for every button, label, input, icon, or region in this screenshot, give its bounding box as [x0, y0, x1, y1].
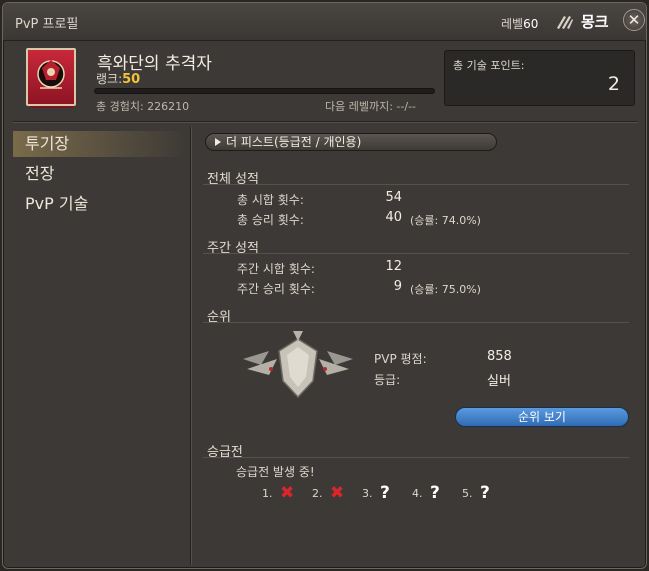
nav-item-pvp-skills[interactable]: PvP 기술 [13, 191, 189, 217]
tech-points-value: 2 [607, 73, 620, 95]
section-divider [203, 184, 629, 185]
promotion-status: 승급전 발생 중! [236, 465, 315, 479]
expand-arrow-icon [215, 138, 221, 146]
promotion-slot-number: 2. [312, 487, 323, 500]
weekly-matches-label: 주간 시합 횟수: [237, 262, 315, 276]
level-value: 60 [523, 17, 539, 31]
overall-matches-value: 54 [385, 190, 402, 205]
experience-bar [94, 88, 435, 94]
overall-matches-label: 총 시합 횟수: [237, 193, 304, 207]
unknown-mark-icon: ? [380, 483, 390, 503]
header-divider [13, 121, 638, 123]
nav-item-arena[interactable]: 투기장 [13, 131, 189, 157]
vertical-divider [190, 127, 192, 565]
rank-display: 랭크:50 [96, 70, 140, 87]
level-display: 레벨60 [501, 15, 538, 32]
next-level-experience: 다음 레벨까지: --/-- [325, 100, 417, 113]
section-divider [203, 322, 629, 323]
weekly-wins-value: 9 [393, 279, 402, 294]
profile-header: 흑와단의 추격자 랭크:50 총 경험치: 226210 다음 레벨까지: --… [3, 42, 646, 120]
window-title: PvP 프로필 [15, 17, 79, 32]
fail-mark-icon: ✖ [330, 483, 345, 503]
monk-claws-icon [557, 16, 573, 29]
tier-label: 등급: [374, 373, 401, 387]
title-bar[interactable]: PvP 프로필 레벨60 몽크 ✕ [3, 3, 646, 41]
grand-company-emblem-icon [26, 48, 76, 106]
overall-wins-value: 40 [385, 210, 402, 225]
tech-points-panel: 총 기술 포인트: 2 [444, 50, 635, 106]
pvp-rating-value: 858 [487, 349, 512, 364]
tech-points-label: 총 기술 포인트: [453, 59, 525, 72]
promotion-slot-number: 5. [462, 487, 473, 500]
promotion-slot-number: 1. [262, 487, 273, 500]
content-panel: 더 피스트(등급전 / 개인용) 전체 성적 총 시합 횟수: 54 총 승리 … [199, 127, 639, 565]
weekly-win-rate: (승률: 75.0%) [410, 283, 481, 296]
promotion-slot-number: 3. [362, 487, 373, 500]
total-experience: 총 경험치: 226210 [96, 100, 190, 113]
mode-dropdown-label: 더 피스트(등급전 / 개인용) [226, 135, 362, 149]
rank-label: 랭크: [96, 72, 123, 86]
unknown-mark-icon: ? [430, 483, 440, 503]
section-divider [203, 457, 629, 458]
close-button[interactable]: ✕ [623, 9, 645, 31]
promotion-slot-number: 4. [412, 487, 423, 500]
job-name: 몽크 [581, 13, 609, 31]
tier-value: 실버 [487, 374, 511, 389]
weekly-matches-value: 12 [385, 259, 402, 274]
pvp-profile-window: PvP 프로필 레벨60 몽크 ✕ 흑와단의 추격자 랭크:50 총 경험치: … [2, 2, 647, 569]
section-divider [203, 253, 629, 254]
nav-item-battlefield[interactable]: 전장 [13, 161, 189, 187]
weekly-wins-label: 주간 승리 횟수: [237, 282, 315, 296]
fail-mark-icon: ✖ [280, 483, 295, 503]
overall-win-rate: (승률: 74.0%) [410, 214, 481, 227]
unknown-mark-icon: ? [480, 483, 490, 503]
view-rankings-button[interactable]: 순위 보기 [455, 407, 629, 427]
mode-dropdown[interactable]: 더 피스트(등급전 / 개인용) [205, 133, 497, 151]
side-navigation: 투기장 전장 PvP 기술 [13, 127, 189, 565]
overall-wins-label: 총 승리 횟수: [237, 213, 304, 227]
level-label: 레벨 [501, 17, 524, 31]
silver-tier-emblem-icon [243, 331, 353, 399]
rank-value: 50 [122, 72, 141, 87]
pvp-rating-label: PVP 평점: [374, 352, 427, 366]
